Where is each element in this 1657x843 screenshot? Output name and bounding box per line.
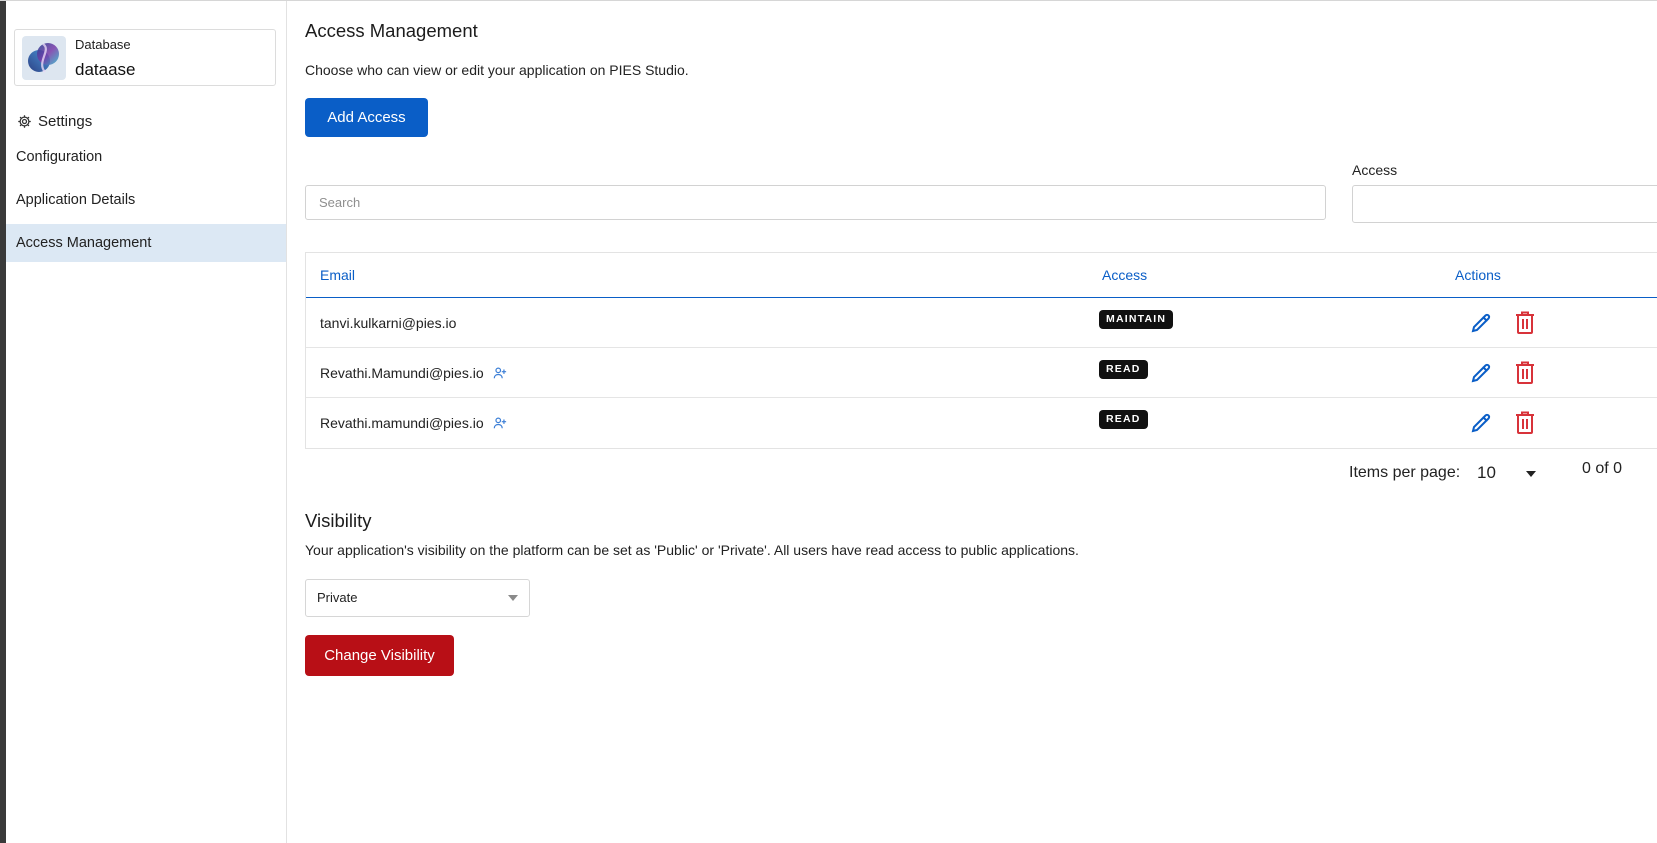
table-header: Email Access Actions [306, 253, 1657, 298]
sidebar-item-label: Configuration [16, 149, 103, 165]
access-table: Email Access Actions tanvi.kulkarni@pies… [305, 252, 1657, 449]
pencil-icon[interactable] [1469, 361, 1493, 385]
main-content: Access Management Choose who can view or… [305, 1, 1657, 843]
column-header-email[interactable]: Email [320, 267, 355, 283]
pencil-icon[interactable] [1469, 311, 1493, 335]
trash-icon[interactable] [1513, 410, 1537, 436]
table-row: Revathi.mamundi@pies.io READ [306, 398, 1657, 448]
database-type-label: Database [75, 37, 131, 52]
column-header-actions: Actions [1455, 267, 1501, 283]
email-text: Revathi.Mamundi@pies.io [320, 365, 484, 381]
sidebar-item-label: Access Management [16, 235, 152, 251]
caret-down-icon[interactable] [1524, 467, 1538, 481]
email-text: Revathi.mamundi@pies.io [320, 415, 484, 431]
sidebar-item-application-details[interactable]: Application Details [6, 181, 286, 219]
app-window: Database dataase Settings Configuration … [0, 0, 1657, 843]
visibility-selected-value: Private [317, 590, 358, 605]
access-filter-select[interactable] [1352, 185, 1657, 223]
access-badge: READ [1099, 360, 1148, 379]
email-text: tanvi.kulkarni@pies.io [320, 315, 457, 331]
page-description: Choose who can view or edit your applica… [305, 62, 689, 78]
settings-heading: Settings [17, 113, 92, 130]
email-cell: Revathi.mamundi@pies.io [320, 415, 507, 431]
user-add-icon[interactable] [493, 366, 507, 380]
sidebar-item-configuration[interactable]: Configuration [6, 138, 286, 176]
email-cell: tanvi.kulkarni@pies.io [320, 315, 456, 331]
visibility-description: Your application's visibility on the pla… [305, 542, 1079, 558]
search-input[interactable] [305, 185, 1326, 220]
items-per-page-value[interactable]: 10 [1477, 463, 1496, 483]
access-badge: READ [1099, 410, 1148, 429]
sidebar-item-label: Application Details [16, 192, 136, 208]
pencil-icon[interactable] [1469, 411, 1493, 435]
items-per-page-label: Items per page: [1349, 464, 1461, 481]
page-title: Access Management [305, 20, 478, 41]
sidebar-item-access-management[interactable]: Access Management [6, 224, 286, 262]
database-name: dataase [75, 60, 136, 79]
settings-label: Settings [38, 113, 93, 130]
sidebar: Database dataase Settings Configuration … [6, 1, 287, 843]
database-logo-icon [22, 36, 66, 80]
trash-icon[interactable] [1513, 360, 1537, 386]
caret-down-icon [508, 595, 518, 601]
column-header-access[interactable]: Access [1102, 267, 1147, 283]
email-cell: Revathi.Mamundi@pies.io [320, 365, 507, 381]
access-filter-label: Access [1352, 162, 1398, 178]
add-access-button[interactable]: Add Access [305, 98, 428, 137]
access-badge: MAINTAIN [1099, 310, 1174, 329]
user-add-icon[interactable] [493, 416, 507, 430]
table-row: Revathi.Mamundi@pies.io READ [306, 348, 1657, 398]
change-visibility-button[interactable]: Change Visibility [305, 635, 454, 676]
table-row: tanvi.kulkarni@pies.io MAINTAIN [306, 298, 1657, 348]
gear-icon [18, 115, 31, 128]
visibility-title: Visibility [305, 510, 372, 531]
pagination-range: 0 of 0 [1582, 460, 1623, 477]
database-card[interactable]: Database dataase [14, 29, 276, 86]
trash-icon[interactable] [1513, 310, 1537, 336]
visibility-select[interactable]: Private [305, 579, 530, 617]
